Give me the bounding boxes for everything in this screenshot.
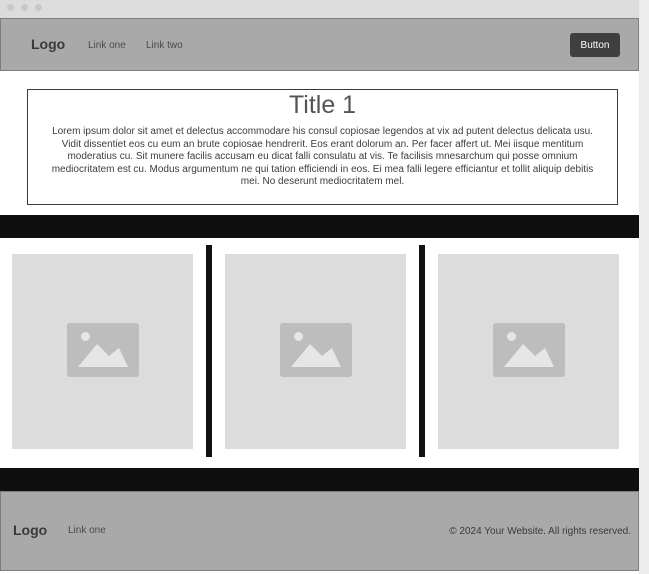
nav-link-two[interactable]: Link two — [146, 40, 183, 51]
header-button[interactable]: Button — [570, 33, 620, 57]
image-placeholder-icon — [493, 323, 565, 377]
header-logo[interactable]: Logo — [31, 36, 65, 52]
footer-link-one[interactable]: Link one — [68, 525, 106, 536]
window-maximize-dot[interactable] — [35, 4, 42, 11]
vertical-scrollbar[interactable] — [639, 0, 649, 574]
image-mountain-shape — [78, 344, 128, 367]
section-divider-band-top — [0, 215, 639, 238]
hero-section: Title 1 Lorem ipsum dolor sit amet et de… — [27, 89, 618, 205]
image-mountain-shape — [291, 344, 341, 367]
image-card-3 — [438, 254, 619, 449]
page-footer: Logo Link one © 2024 Your Website. All r… — [0, 491, 639, 571]
image-placeholder-icon — [67, 323, 139, 377]
card-divider-2 — [419, 245, 425, 457]
window-close-dot[interactable] — [7, 4, 14, 11]
hero-paragraph: Lorem ipsum dolor sit amet et delectus a… — [51, 126, 594, 188]
section-divider-band-bottom — [0, 468, 639, 491]
window-minimize-dot[interactable] — [21, 4, 28, 11]
image-card-2 — [225, 254, 406, 449]
image-mountain-shape — [504, 344, 554, 367]
top-navbar: Logo Link one Link two Button — [0, 18, 639, 71]
window-titlebar — [0, 0, 639, 18]
browser-window: Logo Link one Link two Button Title 1 Lo… — [0, 0, 639, 574]
footer-copyright: © 2024 Your Website. All rights reserved… — [449, 526, 631, 537]
image-placeholder-icon — [280, 323, 352, 377]
card-divider-1 — [206, 245, 212, 457]
image-card-1 — [12, 254, 193, 449]
nav-link-one[interactable]: Link one — [88, 40, 126, 51]
page-title: Title 1 — [288, 91, 357, 119]
footer-logo[interactable]: Logo — [13, 522, 47, 538]
